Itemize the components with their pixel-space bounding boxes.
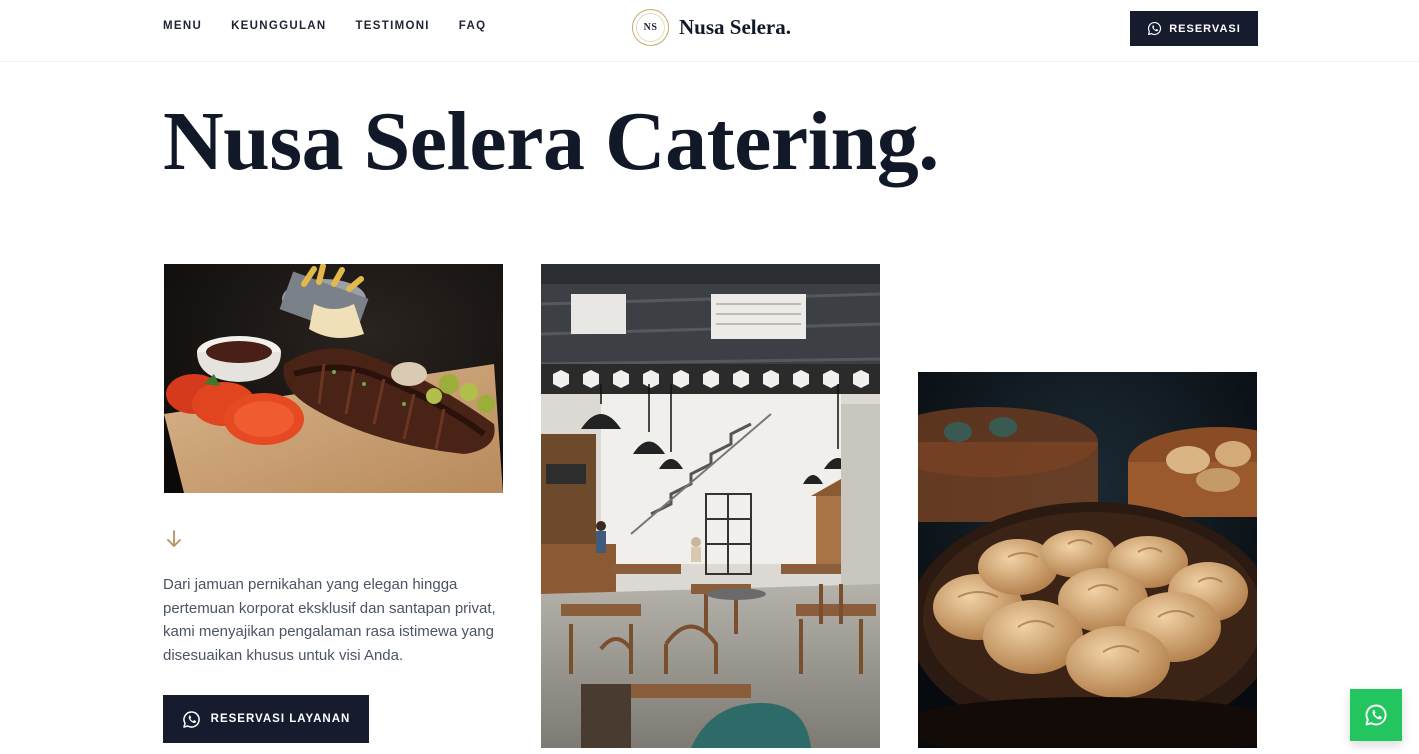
main-nav: MENU KEUNGGULAN TESTIMONI FAQ (163, 20, 486, 32)
nav-link-testimoni[interactable]: TESTIMONI (355, 20, 429, 32)
nav-link-menu[interactable]: MENU (163, 20, 202, 32)
nav-link-faq[interactable]: FAQ (459, 20, 487, 32)
whatsapp-icon (1148, 21, 1162, 36)
site-header: MENU KEUNGGULAN TESTIMONI FAQ NS Nusa Se… (0, 0, 1419, 62)
restaurant-interior-photo (541, 264, 880, 748)
nav-link-keunggulan[interactable]: KEUNGGULAN (231, 20, 326, 32)
brand-home-link[interactable]: NS Nusa Selera. (632, 9, 791, 46)
arrow-down-icon (165, 529, 183, 549)
whatsapp-icon (1365, 704, 1387, 726)
whatsapp-icon (182, 710, 200, 728)
page-title: Nusa Selera Catering. (163, 95, 939, 188)
reserve-service-label: RESERVASI LAYANAN (210, 713, 351, 725)
header-reserve-button[interactable]: RESERVASI (1130, 11, 1258, 46)
header-reserve-label: RESERVASI (1169, 22, 1241, 35)
brand-logo: NS (632, 9, 669, 46)
reserve-service-button[interactable]: RESERVASI LAYANAN (163, 695, 369, 743)
dumplings-photo (918, 372, 1257, 748)
brand-logo-text: NS (643, 22, 658, 33)
ribs-photo (164, 264, 503, 493)
whatsapp-float-button[interactable] (1350, 689, 1402, 741)
brand-name: Nusa Selera. (679, 15, 791, 39)
hero-description: Dari jamuan pernikahan yang elegan hingg… (163, 576, 496, 664)
